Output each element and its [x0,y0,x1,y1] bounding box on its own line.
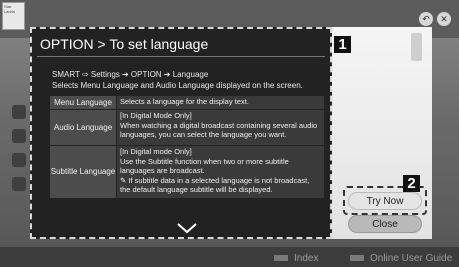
title-divider [37,56,325,57]
left-app-icons [12,105,28,225]
callout-badge-1: 1 [334,36,351,53]
app-icon[interactable] [12,105,26,119]
row-value-line: [In Digital Mode Only] [120,111,192,120]
legend-index-label: Index [294,252,319,264]
legend-swatch [274,255,288,261]
row-key: Audio Language [50,110,116,145]
callout-badge-2: 2 [403,175,420,192]
legend-swatch [350,255,364,261]
row-key: Menu Language [50,96,116,109]
channel-logo: Star Lands [2,2,25,30]
row-value-line: [In Digital mode Only] [120,147,192,156]
chevron-down-icon[interactable] [176,222,198,234]
legend-guide-label: Online User Guide [370,252,453,264]
page-title: OPTION > To set language [40,36,209,52]
description: Selects Menu Language and Audio Language… [52,81,303,90]
close-icon[interactable]: ✕ [437,12,451,26]
table-row: Subtitle Language [In Digital mode Only]… [50,146,324,198]
row-value-line: languages, you can select the language y… [120,130,287,139]
menu-path: SMART ⇨ Settings ➔ OPTION ➔ Language [52,70,209,79]
row-value-line: languages are broadcast. [120,166,205,175]
row-value-line: Selects a language for the display text. [120,97,249,106]
row-value-line: ✎ If subtitle data in a selected languag… [120,175,310,185]
row-value: [In Digital Mode Only] When watching a d… [117,110,324,145]
try-now-button[interactable]: Try Now [348,192,422,210]
app-icon[interactable] [12,153,26,167]
legend-index[interactable]: Index [274,252,318,264]
close-button[interactable]: Close [348,215,422,233]
row-value: [In Digital mode Only] Use the Subtitle … [117,146,324,198]
back-icon[interactable]: ↶ [419,12,433,26]
row-value-line: Use the Subtitle function when two or mo… [120,156,289,166]
app-icon[interactable] [12,177,26,191]
row-value-line: the default language subtitle will be di… [120,185,273,194]
row-value: Selects a language for the display text. [117,96,324,109]
table-row: Menu Language Selects a language for the… [50,96,324,109]
legend-online-guide[interactable]: Online User Guide [350,252,452,264]
scrollbar[interactable] [411,33,422,61]
app-icon[interactable] [12,129,26,143]
row-value-line: When watching a digital broadcast contai… [120,120,318,130]
table-row: Audio Language [In Digital Mode Only] Wh… [50,110,324,145]
row-key: Subtitle Language [50,146,116,198]
